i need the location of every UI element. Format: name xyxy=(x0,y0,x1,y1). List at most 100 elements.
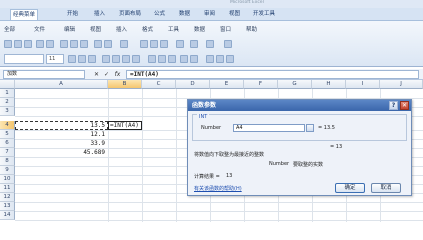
italic-icon[interactable] xyxy=(78,55,86,63)
cell-a7[interactable]: 45.689 xyxy=(15,148,108,157)
align-center-icon[interactable] xyxy=(112,55,120,63)
cancel-entry-icon[interactable]: ✕ xyxy=(92,70,101,79)
cell-a4[interactable]: 13.5 xyxy=(15,121,108,130)
column-header-d[interactable]: D xyxy=(176,80,210,89)
menu-window[interactable]: 窗口 xyxy=(220,25,231,33)
row-header-11[interactable]: 11 xyxy=(0,184,15,193)
row-header-4[interactable]: 4 xyxy=(0,121,15,130)
print-icon[interactable] xyxy=(36,40,44,48)
tab-classic-menu[interactable]: 经典菜单 xyxy=(10,9,39,20)
row-header-8[interactable]: 8 xyxy=(0,157,15,166)
hyperlink-icon[interactable] xyxy=(120,40,128,48)
collapse-dialog-icon[interactable] xyxy=(306,124,314,132)
fill-color-icon[interactable] xyxy=(216,55,224,63)
redo-icon[interactable] xyxy=(104,40,112,48)
formula-input[interactable]: =INT(A4) xyxy=(126,70,419,79)
merge-center-icon[interactable] xyxy=(132,55,140,63)
bold-icon[interactable] xyxy=(68,55,76,63)
column-header-e[interactable]: E xyxy=(210,80,244,89)
column-header-j[interactable]: J xyxy=(380,80,423,89)
font-name-select[interactable] xyxy=(4,54,44,64)
tab-developer[interactable]: 开发工具 xyxy=(251,9,277,20)
borders-icon[interactable] xyxy=(206,55,214,63)
cell-a6[interactable]: 33.9 xyxy=(15,139,108,148)
zoom-icon[interactable] xyxy=(206,40,214,48)
row-header-14[interactable]: 14 xyxy=(0,211,15,220)
tab-home[interactable]: 开始 xyxy=(65,9,80,20)
cell-a5[interactable]: 12.1 xyxy=(15,130,108,139)
dialog-close-button[interactable]: ✕ xyxy=(400,101,409,110)
increase-decimal-icon[interactable] xyxy=(180,55,188,63)
menu-all[interactable]: 全部 xyxy=(4,25,15,33)
number-arg-input[interactable]: A4 xyxy=(233,124,305,132)
font-color-icon[interactable] xyxy=(226,55,234,63)
row-header-10[interactable]: 10 xyxy=(0,175,15,184)
tab-page-layout[interactable]: 页面布局 xyxy=(117,9,143,20)
insert-function-icon[interactable]: fx xyxy=(113,70,122,79)
row-header-3[interactable]: 3 xyxy=(0,107,15,116)
percent-icon[interactable] xyxy=(158,55,166,63)
align-right-icon[interactable] xyxy=(122,55,130,63)
copy-icon[interactable] xyxy=(70,40,78,48)
sort-desc-icon[interactable] xyxy=(160,40,168,48)
tab-review[interactable]: 审阅 xyxy=(202,9,217,20)
menu-data[interactable]: 数据 xyxy=(194,25,205,33)
menu-file[interactable]: 文件 xyxy=(34,25,45,33)
ribbon: 全部 文件 编辑 视图 插入 格式 工具 数据 窗口 帮助 11 xyxy=(0,21,423,67)
cancel-button[interactable]: 取消 xyxy=(371,183,401,193)
row-header-6[interactable]: 6 xyxy=(0,139,15,148)
row-header-2[interactable]: 2 xyxy=(0,98,15,107)
tab-formulas[interactable]: 公式 xyxy=(152,9,167,20)
function-help-link[interactable]: 有关该函数的帮助(H) xyxy=(194,185,242,192)
menu-edit[interactable]: 编辑 xyxy=(64,25,75,33)
chart-icon[interactable] xyxy=(176,40,184,48)
cell-b4-editing[interactable]: =INT(A4) xyxy=(108,121,142,130)
comma-icon[interactable] xyxy=(168,55,176,63)
row-header-1[interactable]: 1 xyxy=(0,89,15,98)
column-header-b[interactable]: B xyxy=(108,80,142,89)
ok-button[interactable]: 确定 xyxy=(335,183,365,193)
font-size-select[interactable]: 11 xyxy=(46,54,64,64)
title-bar: Microsoft Excel xyxy=(0,0,423,8)
row-header-5[interactable]: 5 xyxy=(0,130,15,139)
help-icon[interactable] xyxy=(224,40,232,48)
new-icon[interactable] xyxy=(4,40,12,48)
name-box[interactable]: 加数 xyxy=(3,70,85,79)
drawing-icon[interactable] xyxy=(190,40,198,48)
row-header-9[interactable]: 9 xyxy=(0,166,15,175)
column-header-f[interactable]: F xyxy=(244,80,278,89)
cut-icon[interactable] xyxy=(60,40,68,48)
undo-icon[interactable] xyxy=(94,40,102,48)
ribbon-tabs: 经典菜单 开始 插入 页面布局 公式 数据 审阅 视图 开发工具 xyxy=(0,8,423,21)
column-header-c[interactable]: C xyxy=(142,80,176,89)
menu-insert[interactable]: 插入 xyxy=(116,25,127,33)
autosum-icon[interactable] xyxy=(140,40,148,48)
open-icon[interactable] xyxy=(14,40,22,48)
row-header-12[interactable]: 12 xyxy=(0,193,15,202)
dialog-help-button[interactable]: ? xyxy=(389,101,398,110)
menu-format[interactable]: 格式 xyxy=(142,25,153,33)
paste-icon[interactable] xyxy=(80,40,88,48)
dialog-title-bar[interactable]: 函数参数 ? ✕ xyxy=(188,100,411,111)
underline-icon[interactable] xyxy=(88,55,96,63)
column-header-a[interactable]: A xyxy=(15,80,108,89)
align-left-icon[interactable] xyxy=(102,55,110,63)
currency-icon[interactable] xyxy=(148,55,156,63)
column-header-g[interactable]: G xyxy=(278,80,312,89)
tab-view[interactable]: 视图 xyxy=(227,9,242,20)
decrease-decimal-icon[interactable] xyxy=(190,55,198,63)
row-header-13[interactable]: 13 xyxy=(0,202,15,211)
column-header-i[interactable]: I xyxy=(346,80,380,89)
select-all-corner[interactable] xyxy=(0,80,15,89)
save-icon[interactable] xyxy=(24,40,32,48)
column-header-h[interactable]: H xyxy=(312,80,346,89)
tab-data[interactable]: 数据 xyxy=(177,9,192,20)
row-header-7[interactable]: 7 xyxy=(0,148,15,157)
menu-help[interactable]: 帮助 xyxy=(246,25,257,33)
tab-insert[interactable]: 插入 xyxy=(92,9,107,20)
enter-icon[interactable]: ✓ xyxy=(102,70,111,79)
menu-tools[interactable]: 工具 xyxy=(168,25,179,33)
menu-view[interactable]: 视图 xyxy=(90,25,101,33)
preview-icon[interactable] xyxy=(46,40,54,48)
sort-asc-icon[interactable] xyxy=(150,40,158,48)
